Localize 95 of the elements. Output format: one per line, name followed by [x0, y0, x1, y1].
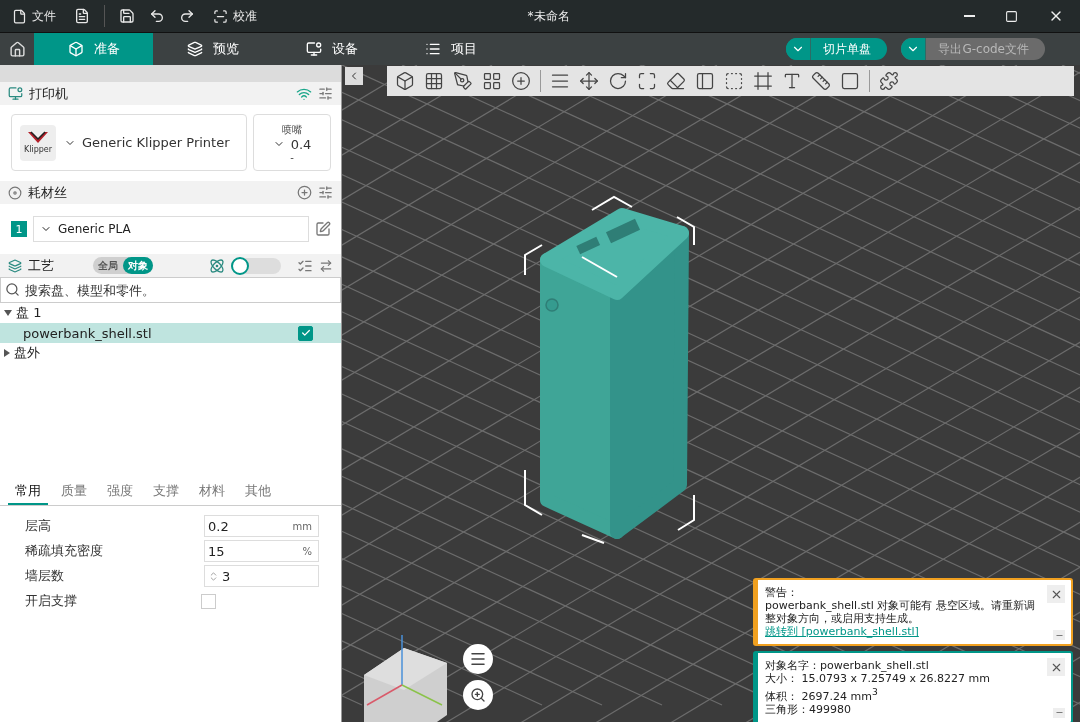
- switch-thumb[interactable]: [231, 256, 249, 275]
- compare-icon[interactable]: [319, 258, 333, 273]
- filament-selector[interactable]: Generic PLA: [33, 216, 309, 242]
- ruler-icon[interactable]: [811, 71, 831, 91]
- list-icon: [424, 41, 441, 57]
- minimize-icon: [964, 15, 975, 17]
- search-icon: [5, 282, 20, 297]
- section-title: 工艺: [28, 256, 55, 275]
- settings-icon[interactable]: [318, 86, 333, 101]
- printer-icon: [8, 86, 23, 101]
- cube-icon: [67, 41, 84, 57]
- checkbox[interactable]: [298, 325, 313, 341]
- eraser-icon[interactable]: [666, 71, 686, 91]
- number-field[interactable]: 15 %: [204, 540, 319, 562]
- grid-icon[interactable]: [424, 71, 444, 91]
- atom-icon: [209, 257, 225, 274]
- info-line: 大小： 15.0793 x 7.25749 x 26.8227 mm: [765, 672, 991, 685]
- layers-icon: [186, 41, 203, 57]
- info-line: 对象名字：powerbank_shell.stl: [765, 659, 930, 672]
- settings-tab[interactable]: 支撑: [146, 479, 186, 505]
- collapse-button[interactable]: [345, 67, 363, 85]
- slot-number: 1: [11, 221, 27, 237]
- arrange-icon[interactable]: [482, 71, 502, 91]
- advanced-switch[interactable]: [231, 257, 281, 274]
- undo-icon[interactable]: [149, 8, 165, 24]
- setting-label: 稀疏填充密度: [25, 542, 104, 560]
- check-icon: [300, 328, 311, 338]
- move-icon[interactable]: [579, 71, 599, 91]
- printer-logo: Klipper: [20, 124, 56, 161]
- settings-tab[interactable]: 材料: [192, 479, 232, 505]
- settings-tab[interactable]: 常用: [8, 479, 48, 505]
- checkbox[interactable]: [201, 593, 216, 609]
- settings-tab[interactable]: 质量: [54, 479, 94, 505]
- scope-option[interactable]: 全局: [92, 257, 123, 274]
- calibrate-button[interactable]: 校准: [209, 5, 261, 27]
- main-tab[interactable]: 预览: [153, 33, 272, 65]
- setting-label: 墙层数: [25, 567, 65, 585]
- frame-icon[interactable]: [753, 71, 773, 91]
- nozzle-value: 0.4: [290, 136, 312, 152]
- edit-icon[interactable]: [315, 221, 331, 237]
- info-line: 体积： 2697.24 mm$^{3}$: [765, 685, 879, 703]
- add-icon[interactable]: [511, 71, 531, 91]
- search-field[interactable]: 搜索盘、模型和零件。: [0, 277, 341, 303]
- file-menu[interactable]: 文件: [8, 5, 60, 27]
- spin-field[interactable]: 3: [204, 565, 319, 587]
- setting-label: 开启支撑: [25, 592, 78, 610]
- nozzle-sub: -: [290, 151, 294, 163]
- tree-item[interactable]: 盘 1: [0, 303, 341, 323]
- printer-selector[interactable]: Klipper Generic Klipper Printer: [11, 114, 247, 171]
- printer-name: Generic Klipper Printer: [82, 135, 230, 150]
- filament-name: Generic PLA: [58, 222, 131, 236]
- tree-item[interactable]: powerbank_shell.stl: [0, 323, 341, 343]
- main-tab[interactable]: 准备: [34, 33, 153, 65]
- layers-icon: [8, 258, 22, 273]
- pen-icon[interactable]: [453, 71, 473, 91]
- tree-item[interactable]: 盘外: [0, 343, 341, 363]
- box-icon[interactable]: [395, 71, 415, 91]
- main-tab[interactable]: 设备: [272, 33, 391, 65]
- dashed-square-icon[interactable]: [724, 71, 744, 91]
- square-icon[interactable]: [840, 71, 860, 91]
- nozzle-selector[interactable]: 喷嘴 0.4 -: [253, 114, 331, 171]
- home-icon: [8, 40, 26, 58]
- info-line: 三角形：499980: [765, 702, 852, 716]
- window-title: *未命名: [526, 7, 571, 25]
- zoom-icon: [470, 687, 486, 703]
- jump-link[interactable]: 跳转到 [powerbank_shell.stl]: [765, 625, 919, 638]
- warning-message: powerbank_shell.stl 对象可能有 悬空区域。请重新调整对象方向，或启用支持生成。: [765, 599, 1036, 625]
- scale-icon[interactable]: [637, 71, 657, 91]
- puzzle-icon[interactable]: [879, 71, 899, 91]
- section-title: 打印机: [29, 84, 69, 103]
- monitor-icon: [305, 41, 322, 57]
- add-icon[interactable]: [297, 185, 312, 200]
- spool-icon: [8, 185, 22, 200]
- maximize-icon: [1005, 9, 1018, 23]
- close-button[interactable]: [1047, 658, 1065, 676]
- caret-icon[interactable]: [786, 38, 812, 60]
- section-title: 耗材丝: [28, 183, 68, 202]
- nozzle-label: 喷嘴: [282, 122, 302, 137]
- text-icon[interactable]: [782, 71, 802, 91]
- scope-option[interactable]: 对象: [122, 257, 153, 274]
- close-button[interactable]: [1047, 585, 1065, 603]
- redo-icon[interactable]: [179, 8, 195, 24]
- rotate-icon[interactable]: [608, 71, 628, 91]
- settings-tab[interactable]: 强度: [100, 479, 140, 505]
- settings-tab[interactable]: 其他: [238, 479, 278, 505]
- save-icon[interactable]: [119, 8, 135, 24]
- slice-button[interactable]: 切片单盘: [786, 38, 888, 60]
- calibrate-icon: [213, 8, 228, 24]
- panel-icon[interactable]: [695, 71, 715, 91]
- settings-icon[interactable]: [318, 185, 333, 200]
- setting-label: 层高: [25, 517, 52, 535]
- file-icon: [12, 8, 27, 24]
- warning-title: 警告：: [765, 586, 799, 599]
- number-field[interactable]: 0.2 mm: [204, 515, 319, 537]
- main-tab[interactable]: 项目: [391, 33, 510, 65]
